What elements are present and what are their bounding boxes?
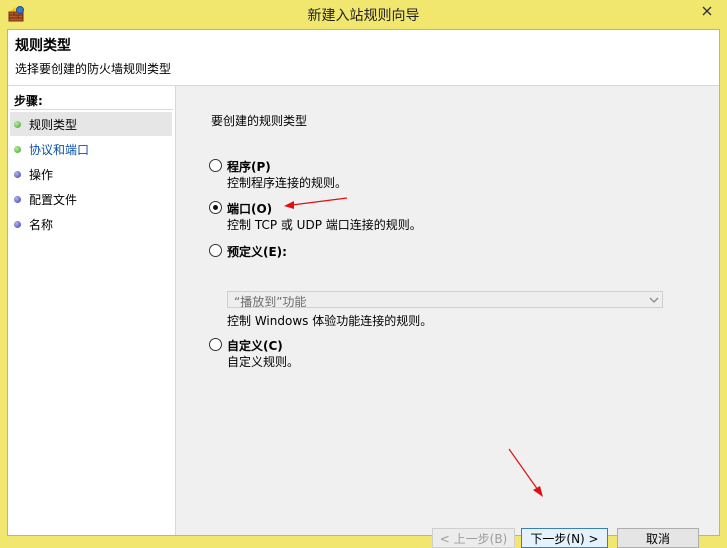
step-action[interactable]: 操作 [10,162,172,186]
cancel-button[interactable]: 取消 [617,528,699,548]
window-title: 新建入站规则向导 [307,8,420,24]
steps-panel: 步骤: 规则类型 协议和端口 操作 配置文件 名称 [8,86,176,535]
option-label: 程序(P) [227,160,271,174]
port-radio[interactable] [209,201,222,214]
close-icon [702,6,712,16]
option-label: 自定义(C) [227,339,283,353]
step-profile[interactable]: 配置文件 [10,187,172,211]
title-bar[interactable]: 新建入站规则向导 [0,0,727,29]
predefined-select[interactable]: “播放到”功能 [227,291,663,309]
page-header: 规则类型 选择要创建的防火墙规则类型 [8,30,719,86]
option-label: 预定义(E): [227,245,287,259]
chevron-down-icon [649,297,659,303]
step-status-dot [14,220,21,228]
wizard-client-area: 规则类型 选择要创建的防火墙规则类型 步骤: 规则类型 协议和端口 操作 配置文… [7,29,720,548]
next-button[interactable]: 下一步(N) > [521,528,608,548]
step-protocol-and-ports[interactable]: 协议和端口 [10,137,172,161]
steps-heading: 步骤: [14,94,43,108]
custom-radio[interactable] [209,338,222,351]
option-label: 端口(O) [227,202,273,216]
wizard-window: 新建入站规则向导 规则类型 选择要创建的防火墙规则类型 步骤: 规则类型 协议和… [0,0,727,548]
step-status-dot [14,120,21,128]
page-title: 规则类型 [15,38,71,54]
rule-type-question: 要创建的规则类型 [211,114,308,128]
back-button[interactable]: < 上一步(B) [432,528,515,548]
step-label: 规则类型 [29,117,78,132]
close-button[interactable] [687,0,727,22]
predefined-radio[interactable] [209,244,222,257]
option-description: 控制 TCP 或 UDP 端口连接的规则。 [227,218,422,232]
option-description: 控制程序连接的规则。 [227,176,348,190]
program-radio[interactable] [209,159,222,172]
step-status-dot [14,145,21,153]
option-description: 自定义规则。 [227,355,300,369]
step-label: 操作 [29,167,54,182]
step-status-dot [14,195,21,203]
main-content: 要创建的规则类型 程序(P) 控制程序连接的规则。 端口(O) 控制 TCP 或… [176,86,719,548]
steps-divider [10,109,173,110]
predefined-description: 控制 Windows 体验功能连接的规则。 [227,314,433,328]
step-label: 协议和端口 [29,142,90,157]
step-label: 名称 [29,217,54,232]
step-label: 配置文件 [29,192,78,207]
step-name[interactable]: 名称 [10,212,172,236]
page-subtitle: 选择要创建的防火墙规则类型 [15,62,172,76]
predefined-select-value: “播放到”功能 [234,295,307,309]
step-rule-type[interactable]: 规则类型 [10,112,172,136]
step-status-dot [14,170,21,178]
